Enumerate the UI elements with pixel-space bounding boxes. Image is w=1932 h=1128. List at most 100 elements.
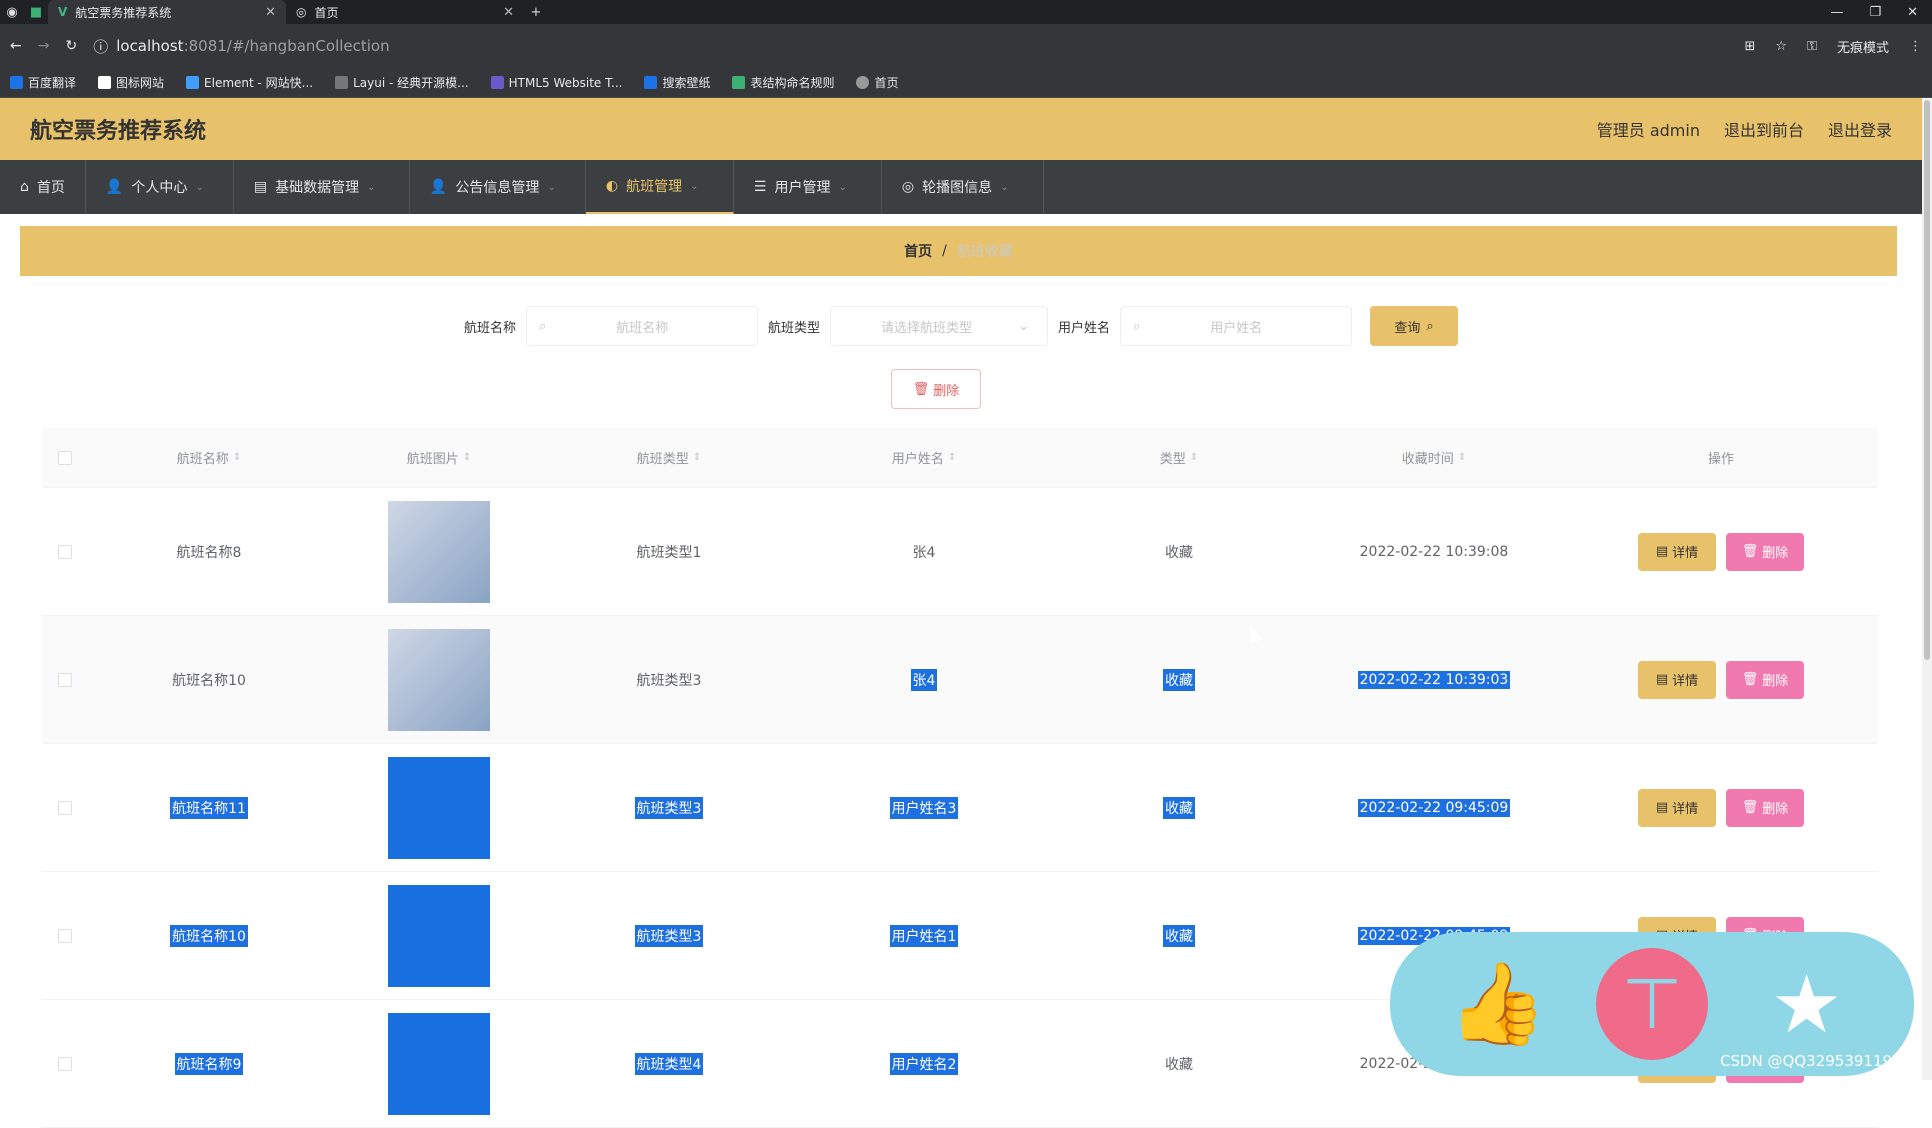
exit-to-front-link[interactable]: 退出到前台 xyxy=(1724,117,1804,141)
admin-label: 管理员 admin xyxy=(1596,121,1700,140)
close-tab-icon[interactable]: ✕ xyxy=(265,5,276,20)
thumbs-up-icon[interactable]: 👍 xyxy=(1441,948,1553,1060)
chevron-down-icon: ⌄ xyxy=(195,181,204,193)
column-header[interactable]: 航班类型 ⇕ xyxy=(544,448,794,467)
sort-icon[interactable]: ⇕ xyxy=(693,452,701,463)
column-header[interactable]: 类型 ⇕ xyxy=(1054,448,1304,467)
incognito-badge[interactable]: 无痕模式 xyxy=(1837,37,1889,56)
flight-type: 航班类型3 xyxy=(636,672,702,689)
table-row: 航班名称10 航班类型3 张4 收藏 2022-02-22 10:39:03 ▤… xyxy=(42,616,1878,744)
query-button[interactable]: 查询 ⌕ xyxy=(1370,306,1459,346)
key-icon[interactable]: ⚿ xyxy=(1807,39,1817,54)
column-header[interactable]: 航班名称 ⇕ xyxy=(84,448,334,467)
nav-item-profile[interactable]: 👤 个人中心 ⌄ xyxy=(86,160,234,214)
detail-button[interactable]: ▤详情 xyxy=(1638,788,1716,827)
sort-icon[interactable]: ⇕ xyxy=(948,452,956,463)
bookmark-item[interactable]: 搜索壁纸 xyxy=(644,74,710,91)
document-icon: ▤ xyxy=(1655,672,1669,687)
chevron-down-icon: ⌄ xyxy=(1000,181,1009,193)
maximize-icon[interactable]: ❐ xyxy=(1869,5,1881,20)
minimize-icon[interactable]: — xyxy=(1830,5,1843,20)
translate-icon[interactable]: ⊞ xyxy=(1745,39,1756,54)
flight-name: 航班名称10 xyxy=(170,924,248,947)
flight-type-select[interactable]: 请选择航班类型 ⌄ xyxy=(830,306,1048,346)
globe-icon xyxy=(856,76,870,89)
user-name: 用户姓名1 xyxy=(889,924,959,947)
info-icon: ⓘ xyxy=(93,37,109,56)
nav-item-home[interactable]: ⌂ 首页 xyxy=(0,160,86,214)
detail-button[interactable]: ▤详情 xyxy=(1638,532,1716,571)
carousel-icon: ◎ xyxy=(901,179,915,195)
star-icon[interactable]: ★ xyxy=(1751,948,1863,1060)
sort-icon[interactable]: ⇕ xyxy=(463,452,471,463)
bookmark-item[interactable]: Layui - 经典开源模... xyxy=(335,74,469,91)
delete-button[interactable]: 🗑删除 xyxy=(1726,660,1804,699)
nav-item-users[interactable]: ☰ 用户管理 ⌄ xyxy=(734,160,882,214)
bookmark-icon xyxy=(644,76,658,89)
search-icon: ⌕ xyxy=(1133,318,1141,334)
window-controls: — ❐ ✕ xyxy=(1830,5,1932,20)
row-checkbox[interactable] xyxy=(58,1056,72,1071)
new-tab-button[interactable]: + xyxy=(524,0,548,24)
sort-icon[interactable]: ⇕ xyxy=(1458,452,1466,463)
sort-icon[interactable]: ⇕ xyxy=(233,452,241,463)
column-header[interactable]: 航班图片 ⇕ xyxy=(334,448,544,467)
back-icon[interactable]: ← xyxy=(10,38,22,54)
bookmark-icon xyxy=(732,76,746,89)
back-to-top-icon[interactable]: ⊤ xyxy=(1595,948,1708,1060)
close-window-icon[interactable]: ✕ xyxy=(1907,5,1918,20)
bookmark-item[interactable]: Element - 网站快... xyxy=(186,74,313,91)
batch-delete-button[interactable]: 🗑 删除 xyxy=(891,369,981,409)
document-icon: ▤ xyxy=(253,179,268,195)
reload-icon[interactable]: ↻ xyxy=(65,38,77,54)
flight-image xyxy=(388,756,490,859)
column-header[interactable]: 收藏时间 ⇕ xyxy=(1304,448,1564,467)
pinned-tab-icon[interactable]: ■ xyxy=(24,0,48,24)
bookmark-item[interactable]: 首页 xyxy=(856,74,899,91)
trash-icon: 🗑 xyxy=(1741,544,1759,559)
row-checkbox[interactable] xyxy=(58,800,72,815)
bookmark-star-icon[interactable]: ☆ xyxy=(1775,39,1787,54)
bookmark-item[interactable]: 表结构命名规则 xyxy=(732,74,834,91)
breadcrumb-home[interactable]: 首页 xyxy=(904,241,932,261)
bookmark-item[interactable]: 百度翻译 xyxy=(10,74,76,91)
bookmark-item[interactable]: 图标网站 xyxy=(98,74,164,91)
logout-link[interactable]: 退出登录 xyxy=(1828,117,1892,141)
browser-menu-icon[interactable]: ◉ xyxy=(0,0,24,24)
globe-icon: ◎ xyxy=(296,5,307,19)
bookmark-icon xyxy=(98,76,112,89)
delete-button[interactable]: 🗑删除 xyxy=(1726,532,1804,571)
table-row: 航班名称11 航班类型3 用户姓名3 收藏 2022-02-22 09:45:0… xyxy=(42,744,1878,872)
bookmark-icon xyxy=(186,76,200,89)
flight-type-label: 航班类型 xyxy=(767,320,820,336)
forward-icon[interactable]: → xyxy=(38,38,50,54)
bookmark-item[interactable]: HTML5 Website T... xyxy=(490,75,622,90)
browser-tab[interactable]: ◎ 首页 ✕ xyxy=(286,0,524,24)
collection-time: 2022-02-22 10:39:08 xyxy=(1359,543,1509,560)
sort-icon[interactable]: ⇕ xyxy=(1190,452,1198,463)
user-name-input[interactable]: ⌕ 用户姓名 xyxy=(1120,306,1353,346)
row-checkbox[interactable] xyxy=(58,928,72,943)
flight-name-input[interactable]: ⌕ 航班名称 xyxy=(525,306,758,346)
more-menu-icon[interactable]: ⋮ xyxy=(1909,39,1922,54)
flight-name: 航班名称10 xyxy=(172,672,246,689)
column-header[interactable]: 用户姓名 ⇕ xyxy=(794,448,1054,467)
url-field[interactable]: ⓘ localhost:8081/#/hangbanCollection xyxy=(93,36,1728,57)
delete-button[interactable]: 🗑删除 xyxy=(1726,788,1804,827)
nav-item-flights[interactable]: ◐ 航班管理 ⌄ xyxy=(585,160,734,214)
nav-item-carousel[interactable]: ◎ 轮播图信息 ⌄ xyxy=(882,160,1044,214)
scrollbar-thumb[interactable] xyxy=(1924,100,1930,660)
row-checkbox[interactable] xyxy=(58,544,72,559)
select-all-checkbox[interactable] xyxy=(58,450,72,465)
trash-icon: 🗑 xyxy=(912,381,930,397)
close-tab-icon[interactable]: ✕ xyxy=(503,5,514,20)
detail-button[interactable]: ▤详情 xyxy=(1638,660,1716,699)
nav-item-notice[interactable]: 👤 公告信息管理 ⌄ xyxy=(410,160,586,214)
flight-type: 航班类型3 xyxy=(634,924,704,947)
mic-icon: ◐ xyxy=(605,178,619,194)
row-checkbox[interactable] xyxy=(58,672,72,687)
menu-icon: ☰ xyxy=(753,179,767,195)
app-header: 航空票务推荐系统 管理员 admin 退出到前台 退出登录 xyxy=(0,98,1922,160)
nav-item-base-data[interactable]: ▤ 基础数据管理 ⌄ xyxy=(234,160,410,214)
browser-tab-active[interactable]: V 航空票务推荐系统 ✕ xyxy=(48,0,286,24)
